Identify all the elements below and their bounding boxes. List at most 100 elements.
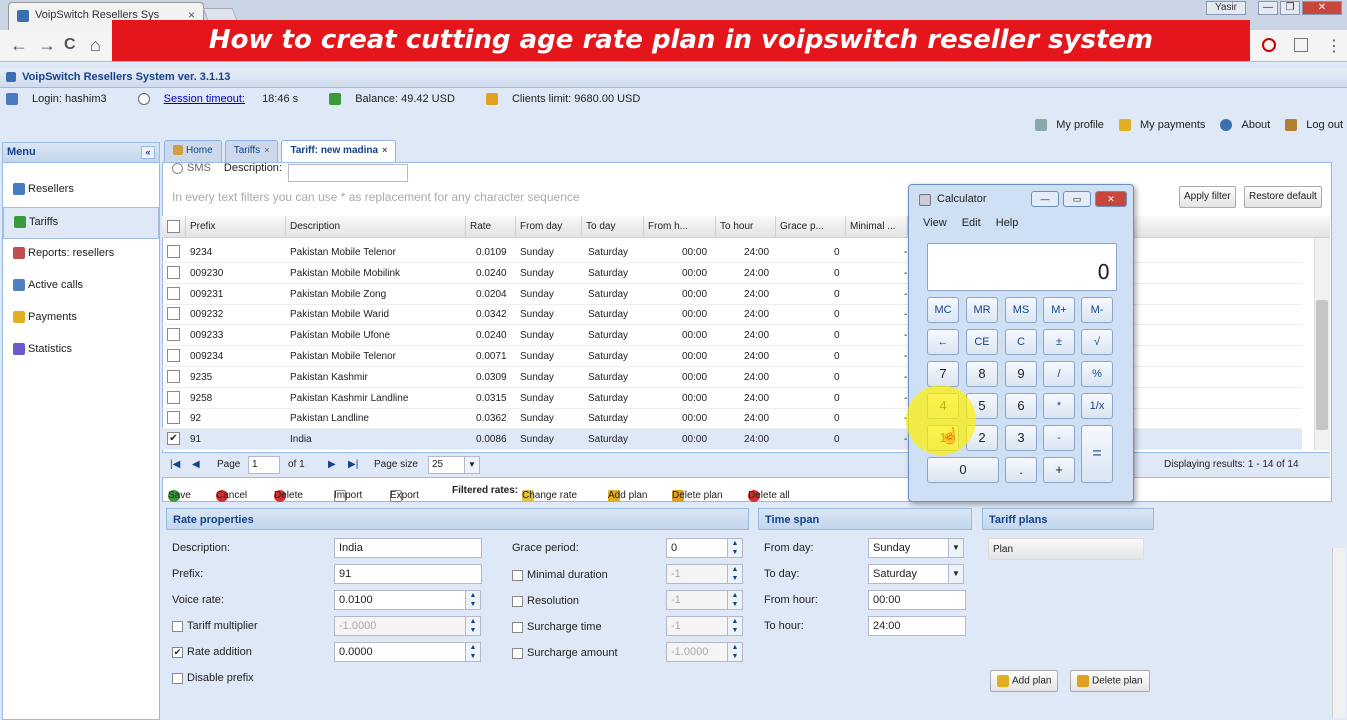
- back-button[interactable]: ←: [10, 35, 28, 56]
- calc-key-0[interactable]: 0: [927, 457, 999, 483]
- calc-key-3-3[interactable]: *: [1043, 393, 1075, 419]
- grid-scroll-thumb[interactable]: [1316, 300, 1328, 430]
- calc-key-0-1[interactable]: MR: [966, 297, 998, 323]
- page-number-input[interactable]: 1: [248, 456, 280, 474]
- col-grace[interactable]: Grace p...: [776, 216, 846, 238]
- calc-close-button[interactable]: ✕: [1095, 191, 1127, 207]
- surcharge-amount-input[interactable]: -1.0000: [666, 642, 728, 662]
- close-tab-tariffs-icon[interactable]: ×: [264, 145, 269, 155]
- calc-key-1-2[interactable]: C: [1005, 329, 1037, 355]
- surcharge-time-spinner[interactable]: ▲ ▼: [727, 616, 743, 636]
- calc-key-2-3[interactable]: /: [1043, 361, 1075, 387]
- tariff-multiplier-spinner[interactable]: ▲ ▼: [465, 616, 481, 636]
- minimize-button[interactable]: —: [1258, 1, 1278, 15]
- tariff-multiplier-checkbox[interactable]: Tariff multiplier: [172, 620, 258, 632]
- tariff-multiplier-input[interactable]: -1.0000: [334, 616, 466, 636]
- col-to-day[interactable]: To day: [582, 216, 644, 238]
- col-description[interactable]: Description: [286, 216, 466, 238]
- calc-key-2-0[interactable]: 7: [927, 361, 959, 387]
- rate-addition-input[interactable]: 0.0000: [334, 642, 466, 662]
- row-checkbox[interactable]: [167, 286, 180, 300]
- menu-item-tariffs[interactable]: Tariffs: [3, 207, 159, 239]
- to-hour-input[interactable]: 24:00: [868, 616, 966, 636]
- calc-key-dot[interactable]: .: [1005, 457, 1037, 483]
- reload-button[interactable]: C: [64, 36, 76, 54]
- my-profile-link[interactable]: My profile: [1029, 119, 1104, 132]
- next-page-button[interactable]: ▶: [328, 459, 336, 470]
- page-size-select[interactable]: 25: [428, 456, 466, 474]
- extension-icon[interactable]: [1262, 38, 1276, 52]
- apply-filter-button[interactable]: Apply filter: [1179, 186, 1236, 208]
- calc-menu-edit[interactable]: Edit: [962, 217, 981, 229]
- col-from-day[interactable]: From day: [516, 216, 582, 238]
- grace-period-input[interactable]: 0: [666, 538, 728, 558]
- about-link[interactable]: About: [1214, 119, 1270, 132]
- plan-column-header[interactable]: Plan: [988, 538, 1144, 560]
- minimal-duration-input[interactable]: -1: [666, 564, 728, 584]
- row-checkbox[interactable]: [167, 265, 180, 279]
- description-input[interactable]: India: [334, 538, 482, 558]
- browser-menu-icon[interactable]: ⋮: [1326, 36, 1342, 56]
- calc-key-0-4[interactable]: M-: [1081, 297, 1113, 323]
- to-day-select[interactable]: Saturday: [868, 564, 950, 584]
- disable-prefix-checkbox[interactable]: Disable prefix: [172, 672, 254, 684]
- description-filter-input[interactable]: [288, 164, 408, 182]
- calc-minimize-button[interactable]: —: [1031, 191, 1059, 207]
- col-from-hour[interactable]: From h...: [644, 216, 716, 238]
- calc-key-2-1[interactable]: 8: [966, 361, 998, 387]
- row-checkbox[interactable]: [167, 411, 180, 425]
- calc-key-1-3[interactable]: ±: [1043, 329, 1075, 355]
- surcharge-amount-spinner[interactable]: ▲ ▼: [727, 642, 743, 662]
- first-page-button[interactable]: |◀: [170, 459, 180, 470]
- calc-key-0-0[interactable]: MC: [927, 297, 959, 323]
- row-checkbox[interactable]: [167, 349, 180, 362]
- calc-key-4-3[interactable]: -: [1043, 425, 1075, 451]
- calc-key-3-2[interactable]: 6: [1005, 393, 1037, 419]
- col-minimal[interactable]: Minimal ...: [846, 216, 908, 238]
- row-checkbox[interactable]: [167, 390, 180, 404]
- tab-home[interactable]: Home: [164, 140, 222, 162]
- session-timeout-link[interactable]: Session timeout:: [164, 93, 245, 105]
- tab-tariffs[interactable]: Tariffs ×: [224, 140, 279, 162]
- minimal-duration-checkbox[interactable]: Minimal duration: [512, 569, 608, 581]
- surcharge-time-checkbox[interactable]: Surcharge time: [512, 621, 602, 633]
- resolution-checkbox[interactable]: Resolution: [512, 595, 579, 607]
- surcharge-time-input[interactable]: -1: [666, 616, 728, 636]
- calc-maximize-button[interactable]: ▭: [1063, 191, 1091, 207]
- voice-rate-spinner[interactable]: ▲ ▼: [465, 590, 481, 610]
- calc-key-plus[interactable]: +: [1043, 457, 1075, 483]
- row-checkbox[interactable]: [167, 369, 180, 383]
- calc-key-1-0[interactable]: ←: [927, 329, 959, 355]
- calc-key-1-1[interactable]: CE: [966, 329, 998, 355]
- restore-default-button[interactable]: Restore default: [1244, 186, 1322, 208]
- menu-item-reports[interactable]: Reports: resellers: [3, 239, 159, 271]
- to-day-dropdown-icon[interactable]: ▼: [948, 564, 964, 584]
- col-rate[interactable]: Rate: [466, 216, 516, 238]
- calc-key-0-2[interactable]: MS: [1005, 297, 1037, 323]
- calc-menu-view[interactable]: View: [923, 217, 947, 229]
- minimal-duration-spinner[interactable]: ▲ ▼: [727, 564, 743, 584]
- form-scrollbar[interactable]: [1332, 548, 1346, 718]
- cast-icon[interactable]: [1294, 38, 1308, 52]
- from-hour-input[interactable]: 00:00: [868, 590, 966, 610]
- calc-key-3-4[interactable]: 1/x: [1081, 393, 1113, 419]
- prev-page-button[interactable]: ◀: [192, 459, 200, 470]
- calc-menu-help[interactable]: Help: [996, 217, 1019, 229]
- prefix-input[interactable]: 91: [334, 564, 482, 584]
- col-prefix[interactable]: Prefix: [186, 216, 286, 238]
- calc-key-2-4[interactable]: %: [1081, 361, 1113, 387]
- window-close-button[interactable]: ✕: [1302, 1, 1342, 15]
- my-payments-link[interactable]: My payments: [1113, 119, 1205, 132]
- home-button[interactable]: ⌂: [90, 35, 101, 56]
- select-all-checkbox[interactable]: [167, 220, 180, 233]
- menu-item-payments[interactable]: Payments: [3, 303, 159, 335]
- rate-addition-checkbox[interactable]: ✔ Rate addition: [172, 646, 252, 658]
- from-day-select[interactable]: Sunday: [868, 538, 950, 558]
- voice-rate-input[interactable]: 0.0100: [334, 590, 466, 610]
- menu-item-statistics[interactable]: Statistics: [3, 335, 159, 367]
- delete-plan-button[interactable]: Delete plan: [1070, 670, 1150, 692]
- row-checkbox[interactable]: [167, 307, 180, 321]
- calc-key-2-2[interactable]: 9: [1005, 361, 1037, 387]
- row-checkbox[interactable]: ✔: [167, 432, 180, 446]
- resolution-input[interactable]: -1: [666, 590, 728, 610]
